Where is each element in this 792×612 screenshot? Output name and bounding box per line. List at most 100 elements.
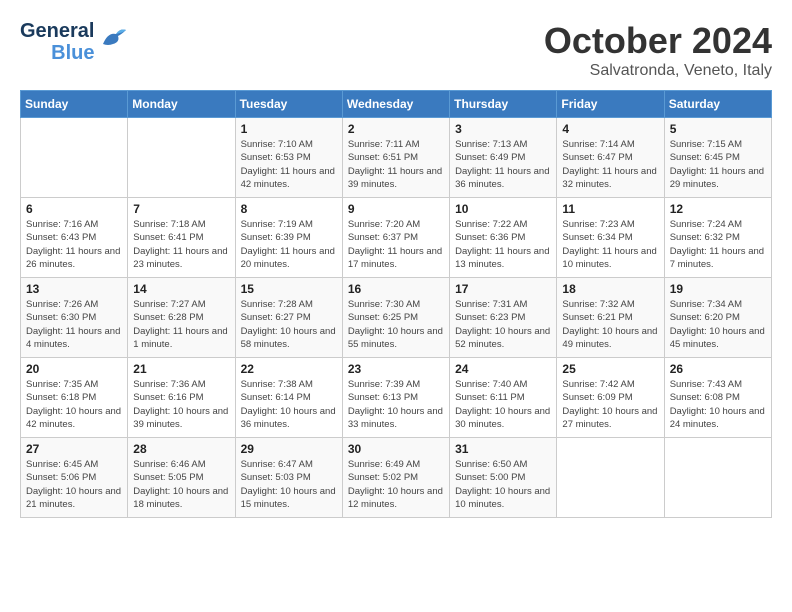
day-detail: Sunrise: 7:11 AMSunset: 6:51 PMDaylight:…	[348, 138, 444, 191]
day-detail: Sunrise: 6:47 AMSunset: 5:03 PMDaylight:…	[241, 458, 337, 511]
day-detail: Sunrise: 7:22 AMSunset: 6:36 PMDaylight:…	[455, 218, 551, 271]
calendar-cell	[664, 438, 771, 518]
logo-blue: Blue	[51, 42, 94, 64]
day-number: 7	[133, 202, 229, 216]
calendar-cell: 17 Sunrise: 7:31 AMSunset: 6:23 PMDayligh…	[450, 278, 557, 358]
calendar-cell: 15Sunrise: 7:28 AMSunset: 6:27 PMDayligh…	[235, 278, 342, 358]
calendar-cell: 31 Sunrise: 6:50 AMSunset: 5:00 PMDayligh…	[450, 438, 557, 518]
day-detail: Sunrise: 7:27 AMSunset: 6:28 PMDaylight:…	[133, 298, 229, 351]
calendar-cell: 30 Sunrise: 6:49 AMSunset: 5:02 PMDayligh…	[342, 438, 449, 518]
day-detail: Sunrise: 7:10 AMSunset: 6:53 PMDaylight:…	[241, 138, 337, 191]
calendar-week-row: 20Sunrise: 7:35 AMSunset: 6:18 PMDayligh…	[21, 358, 772, 438]
day-detail: Sunrise: 7:20 AMSunset: 6:37 PMDaylight:…	[348, 218, 444, 271]
day-number: 16	[348, 282, 444, 296]
day-number: 2	[348, 122, 444, 136]
month-title: October 2024	[544, 20, 772, 62]
day-number: 10	[455, 202, 551, 216]
calendar-cell: 13 Sunrise: 7:26 AMSunset: 6:30 PMDayligh…	[21, 278, 128, 358]
calendar-cell: 24 Sunrise: 7:40 AMSunset: 6:11 PMDayligh…	[450, 358, 557, 438]
calendar-cell: 25 Sunrise: 7:42 AMSunset: 6:09 PMDayligh…	[557, 358, 664, 438]
calendar-cell: 21 Sunrise: 7:36 AMSunset: 6:16 PMDayligh…	[128, 358, 235, 438]
calendar-cell: 9 Sunrise: 7:20 AMSunset: 6:37 PMDaylight…	[342, 198, 449, 278]
day-number: 14	[133, 282, 229, 296]
calendar-cell: 16 Sunrise: 7:30 AMSunset: 6:25 PMDayligh…	[342, 278, 449, 358]
calendar-cell: 10 Sunrise: 7:22 AMSunset: 6:36 PMDayligh…	[450, 198, 557, 278]
day-number: 30	[348, 442, 444, 456]
calendar-cell: 12 Sunrise: 7:24 AMSunset: 6:32 PMDayligh…	[664, 198, 771, 278]
calendar-cell: 14 Sunrise: 7:27 AMSunset: 6:28 PMDayligh…	[128, 278, 235, 358]
day-number: 26	[670, 362, 766, 376]
day-detail: Sunrise: 7:24 AMSunset: 6:32 PMDaylight:…	[670, 218, 766, 271]
day-header-thursday: Thursday	[450, 91, 557, 118]
day-header-monday: Monday	[128, 91, 235, 118]
day-number: 24	[455, 362, 551, 376]
calendar-cell: 1Sunrise: 7:10 AMSunset: 6:53 PMDaylight…	[235, 118, 342, 198]
day-detail: Sunrise: 7:36 AMSunset: 6:16 PMDaylight:…	[133, 378, 229, 431]
calendar-cell: 27Sunrise: 6:45 AMSunset: 5:06 PMDayligh…	[21, 438, 128, 518]
day-number: 28	[133, 442, 229, 456]
day-detail: Sunrise: 7:28 AMSunset: 6:27 PMDaylight:…	[241, 298, 337, 351]
calendar-week-row: 13 Sunrise: 7:26 AMSunset: 6:30 PMDayligh…	[21, 278, 772, 358]
day-detail: Sunrise: 7:39 AMSunset: 6:13 PMDaylight:…	[348, 378, 444, 431]
day-number: 18	[562, 282, 658, 296]
day-number: 31	[455, 442, 551, 456]
calendar-week-row: 27Sunrise: 6:45 AMSunset: 5:06 PMDayligh…	[21, 438, 772, 518]
calendar-cell: 5Sunrise: 7:15 AMSunset: 6:45 PMDaylight…	[664, 118, 771, 198]
calendar-cell: 11Sunrise: 7:23 AMSunset: 6:34 PMDayligh…	[557, 198, 664, 278]
day-detail: Sunrise: 7:40 AMSunset: 6:11 PMDaylight:…	[455, 378, 551, 431]
day-number: 4	[562, 122, 658, 136]
day-detail: Sunrise: 6:46 AMSunset: 5:05 PMDaylight:…	[133, 458, 229, 511]
calendar-cell	[557, 438, 664, 518]
day-number: 29	[241, 442, 337, 456]
day-number: 22	[241, 362, 337, 376]
day-detail: Sunrise: 7:26 AMSunset: 6:30 PMDaylight:…	[26, 298, 122, 351]
day-number: 12	[670, 202, 766, 216]
day-number: 9	[348, 202, 444, 216]
day-number: 23	[348, 362, 444, 376]
day-number: 13	[26, 282, 122, 296]
calendar-cell: 8Sunrise: 7:19 AMSunset: 6:39 PMDaylight…	[235, 198, 342, 278]
day-number: 21	[133, 362, 229, 376]
day-detail: Sunrise: 7:31 AMSunset: 6:23 PMDaylight:…	[455, 298, 551, 351]
day-number: 25	[562, 362, 658, 376]
day-number: 6	[26, 202, 122, 216]
day-detail: Sunrise: 7:16 AMSunset: 6:43 PMDaylight:…	[26, 218, 122, 271]
logo-general: General	[20, 20, 94, 42]
day-detail: Sunrise: 7:18 AMSunset: 6:41 PMDaylight:…	[133, 218, 229, 271]
day-detail: Sunrise: 6:49 AMSunset: 5:02 PMDaylight:…	[348, 458, 444, 511]
day-detail: Sunrise: 7:38 AMSunset: 6:14 PMDaylight:…	[241, 378, 337, 431]
day-detail: Sunrise: 6:50 AMSunset: 5:00 PMDaylight:…	[455, 458, 551, 511]
day-detail: Sunrise: 7:14 AMSunset: 6:47 PMDaylight:…	[562, 138, 658, 191]
day-detail: Sunrise: 7:32 AMSunset: 6:21 PMDaylight:…	[562, 298, 658, 351]
calendar-cell: 6 Sunrise: 7:16 AMSunset: 6:43 PMDaylight…	[21, 198, 128, 278]
day-header-wednesday: Wednesday	[342, 91, 449, 118]
location-title: Salvatronda, Veneto, Italy	[544, 62, 772, 80]
day-number: 17	[455, 282, 551, 296]
day-number: 3	[455, 122, 551, 136]
calendar-cell: 29 Sunrise: 6:47 AMSunset: 5:03 PMDayligh…	[235, 438, 342, 518]
calendar-cell: 4 Sunrise: 7:14 AMSunset: 6:47 PMDaylight…	[557, 118, 664, 198]
title-area: October 2024 Salvatronda, Veneto, Italy	[544, 20, 772, 80]
day-detail: Sunrise: 7:35 AMSunset: 6:18 PMDaylight:…	[26, 378, 122, 431]
calendar-week-row: 1Sunrise: 7:10 AMSunset: 6:53 PMDaylight…	[21, 118, 772, 198]
day-detail: Sunrise: 7:34 AMSunset: 6:20 PMDaylight:…	[670, 298, 766, 351]
day-detail: Sunrise: 7:42 AMSunset: 6:09 PMDaylight:…	[562, 378, 658, 431]
day-detail: Sunrise: 7:30 AMSunset: 6:25 PMDaylight:…	[348, 298, 444, 351]
day-number: 8	[241, 202, 337, 216]
day-detail: Sunrise: 7:23 AMSunset: 6:34 PMDaylight:…	[562, 218, 658, 271]
calendar-cell	[21, 118, 128, 198]
day-number: 19	[670, 282, 766, 296]
day-header-sunday: Sunday	[21, 91, 128, 118]
calendar-cell: 28 Sunrise: 6:46 AMSunset: 5:05 PMDayligh…	[128, 438, 235, 518]
day-detail: Sunrise: 7:15 AMSunset: 6:45 PMDaylight:…	[670, 138, 766, 191]
day-detail: Sunrise: 7:43 AMSunset: 6:08 PMDaylight:…	[670, 378, 766, 431]
calendar-cell: 26 Sunrise: 7:43 AMSunset: 6:08 PMDayligh…	[664, 358, 771, 438]
calendar-cell: 7 Sunrise: 7:18 AMSunset: 6:41 PMDaylight…	[128, 198, 235, 278]
calendar-cell: 19 Sunrise: 7:34 AMSunset: 6:20 PMDayligh…	[664, 278, 771, 358]
logo: General Blue	[20, 20, 128, 64]
day-header-friday: Friday	[557, 91, 664, 118]
calendar-cell: 20Sunrise: 7:35 AMSunset: 6:18 PMDayligh…	[21, 358, 128, 438]
calendar-cell: 18 Sunrise: 7:32 AMSunset: 6:21 PMDayligh…	[557, 278, 664, 358]
day-header-saturday: Saturday	[664, 91, 771, 118]
header: General Blue October 2024 Salvatronda, V…	[20, 20, 772, 80]
